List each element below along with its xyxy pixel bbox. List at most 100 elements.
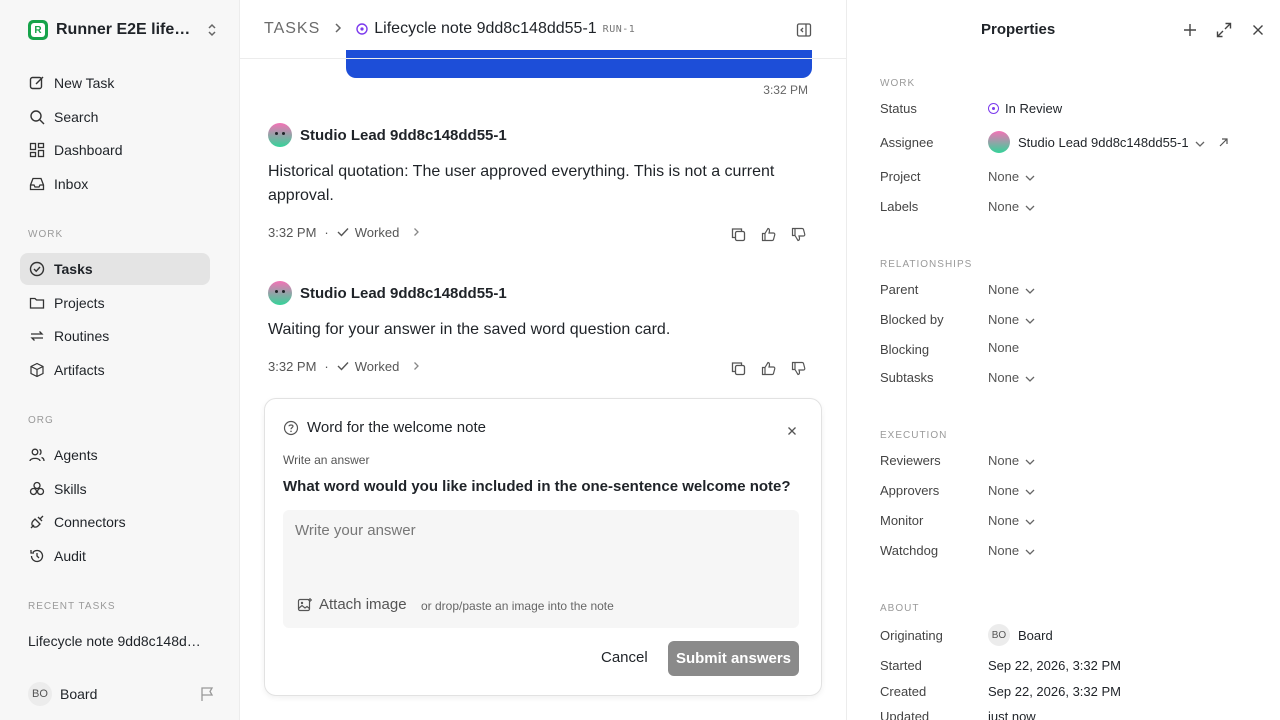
search-icon <box>28 108 46 126</box>
project-label: Project <box>880 169 921 184</box>
started-label: Started <box>880 658 922 673</box>
message-body: Historical quotation: The user approved … <box>268 163 775 204</box>
avatar: BO <box>28 682 52 706</box>
message-author: Studio Lead 9dd8c148dd55-1 <box>300 284 507 302</box>
plus-icon[interactable] <box>1182 22 1198 38</box>
chevron-down-icon <box>1025 282 1035 297</box>
page-title: Lifecycle note 9dd8c148dd55-1 <box>374 20 597 37</box>
folder-icon <box>28 294 46 312</box>
message-time: 3:32 PM <box>763 83 808 97</box>
skills-icon <box>28 480 46 498</box>
answer-input[interactable] <box>295 518 785 542</box>
nav-skills[interactable]: Skills <box>20 473 210 505</box>
reviewers-value[interactable]: None <box>988 453 1035 468</box>
assignee-value[interactable]: Studio Lead 9dd8c148dd55-1 <box>988 131 1228 153</box>
monitor-label: Monitor <box>880 513 924 528</box>
monitor-value-text: None <box>988 513 1020 528</box>
user-menu[interactable]: BO Board <box>28 682 214 706</box>
watchdog-value[interactable]: None <box>988 543 1035 558</box>
attach-image-button[interactable]: Attach image <box>297 596 407 613</box>
dashboard-icon <box>28 141 46 159</box>
nav-artifacts[interactable]: Artifacts <box>20 354 210 386</box>
chevron-right-icon[interactable] <box>413 359 420 374</box>
chevron-down-icon <box>1025 312 1035 327</box>
status-value[interactable]: In Review <box>988 101 1062 116</box>
project-value[interactable]: None <box>988 169 1035 184</box>
nav-search[interactable]: Search <box>20 101 210 133</box>
check-icon <box>337 225 349 240</box>
breadcrumb-tasks[interactable]: TASKS <box>264 20 320 38</box>
thumbs-up-icon[interactable] <box>760 360 776 376</box>
close-icon[interactable] <box>1250 22 1266 38</box>
workspace-switcher[interactable]: R Runner E2E lifecycle <box>28 18 218 42</box>
labels-value[interactable]: None <box>988 199 1035 214</box>
message-author: Studio Lead 9dd8c148dd55-1 <box>300 126 507 144</box>
copy-icon[interactable] <box>730 226 746 242</box>
submit-answers-button[interactable]: Submit answers <box>668 641 799 676</box>
in-review-icon <box>988 103 999 114</box>
plug-icon <box>28 513 46 531</box>
toggle-panel-icon[interactable] <box>796 22 812 41</box>
flag-icon[interactable] <box>200 686 214 705</box>
thumbs-up-icon[interactable] <box>760 226 776 242</box>
workspace-name: Runner E2E lifecycle <box>56 21 196 38</box>
nav-projects[interactable]: Projects <box>20 287 210 319</box>
workspace-logo: R <box>28 20 48 40</box>
thumbs-down-icon[interactable] <box>790 360 806 376</box>
originating-name: Board <box>1018 627 1053 643</box>
close-icon[interactable] <box>787 423 797 439</box>
separator-dot: · <box>324 225 329 240</box>
thumbs-down-icon[interactable] <box>790 226 806 242</box>
properties-panel: Properties WORK Status In Review Assigne… <box>846 0 1280 720</box>
copy-icon[interactable] <box>730 360 746 376</box>
section-label-recent: RECENT TASKS <box>28 601 116 612</box>
work-status: Worked <box>354 359 400 374</box>
nav-dashboard[interactable]: Dashboard <box>20 134 210 166</box>
nav-tasks[interactable]: Tasks <box>20 253 210 285</box>
chevron-right-icon <box>334 21 342 37</box>
nav-audit[interactable]: Audit <box>20 540 210 572</box>
assignee-avatar <box>988 131 1010 153</box>
user-name: Board <box>60 686 98 702</box>
properties-actions <box>1182 22 1266 38</box>
external-link-icon[interactable] <box>1219 135 1228 150</box>
nav-label: Artifacts <box>54 362 105 378</box>
main-panel: 3:32 PM TASKS Lifecycle note 9dd8c148dd5… <box>240 0 846 720</box>
approvers-value[interactable]: None <box>988 483 1035 498</box>
chevron-right-icon[interactable] <box>413 225 420 240</box>
status-label: Status <box>880 101 917 116</box>
nav-inbox[interactable]: Inbox <box>20 168 210 200</box>
approvers-value-text: None <box>988 483 1020 498</box>
nav-label: Inbox <box>54 176 89 192</box>
nav-agents[interactable]: Agents <box>20 439 210 471</box>
cancel-button[interactable]: Cancel <box>601 649 648 666</box>
subtasks-value-text: None <box>988 370 1020 385</box>
nav-routines[interactable]: Routines <box>20 320 210 352</box>
expand-icon[interactable] <box>1216 22 1232 38</box>
parent-value[interactable]: None <box>988 282 1035 297</box>
check-circle-icon <box>28 260 46 278</box>
parent-value-text: None <box>988 282 1020 297</box>
section-work: WORK <box>880 78 916 89</box>
nav-new-task[interactable]: New Task <box>20 67 210 99</box>
message-meta: 3:32 PM · Worked <box>268 359 420 374</box>
attach-hint: or drop/paste an image into the note <box>421 599 614 613</box>
question-card: Word for the welcome note Write an answe… <box>264 398 822 696</box>
blocked-by-value[interactable]: None <box>988 312 1035 327</box>
monitor-value[interactable]: None <box>988 513 1035 528</box>
nav-label: Search <box>54 109 99 125</box>
created-label: Created <box>880 684 927 699</box>
repeat-icon <box>28 327 46 345</box>
nav-connectors[interactable]: Connectors <box>20 506 210 538</box>
message-time: 3:32 PM <box>268 225 317 240</box>
subtasks-value[interactable]: None <box>988 370 1035 385</box>
chevron-down-icon <box>1025 453 1035 468</box>
cube-icon <box>28 361 46 379</box>
recent-task-item[interactable]: Lifecycle note 9dd8c148dd55-1 <box>28 633 208 649</box>
section-label-work: WORK <box>28 229 64 240</box>
chevron-down-icon <box>1025 483 1035 498</box>
chevron-down-icon <box>1025 169 1035 184</box>
work-status: Worked <box>354 225 400 240</box>
reviewers-label: Reviewers <box>880 453 941 468</box>
question-card-subtitle: Write an answer <box>283 453 370 467</box>
